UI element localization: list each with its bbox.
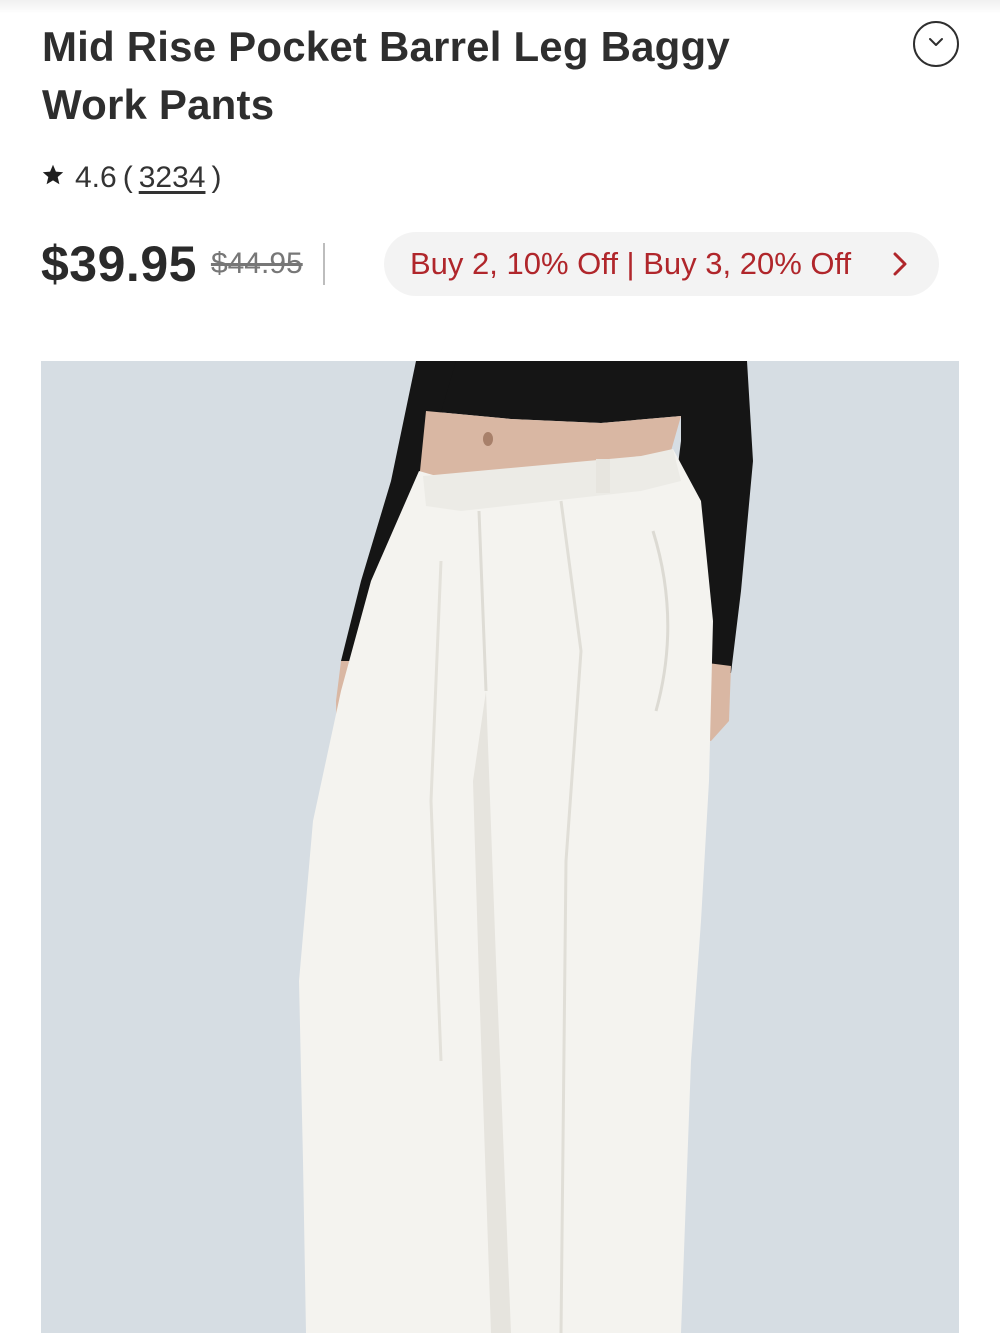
price-row: $39.95 $44.95 <box>41 232 325 296</box>
product-title: Mid Rise Pocket Barrel Leg Baggy Work Pa… <box>42 23 730 128</box>
chevron-down-icon <box>927 33 945 56</box>
rating-paren-close: ) <box>211 161 222 194</box>
star-icon <box>41 161 69 195</box>
promo-banner-button[interactable]: Buy 2, 10% Off | Buy 3, 20% Off <box>384 232 939 296</box>
product-detail-page: Mid Rise Pocket Barrel Leg Baggy Work Pa… <box>0 0 1000 1333</box>
original-price: $44.95 <box>210 247 303 280</box>
header-shadow <box>0 0 1000 14</box>
product-rating: 4.6 ( 3234 ) <box>41 158 221 198</box>
collapse-button[interactable] <box>913 21 959 67</box>
price-divider <box>322 243 325 285</box>
product-image[interactable] <box>41 361 959 1333</box>
chevron-right-icon <box>891 250 909 278</box>
promo-text: Buy 2, 10% Off | Buy 3, 20% Off <box>410 246 852 281</box>
rating-paren-open: ( <box>122 161 133 194</box>
rating-value: 4.6 <box>75 161 117 194</box>
current-price: $39.95 <box>41 236 197 292</box>
review-count-link[interactable]: 3234 <box>139 161 206 195</box>
